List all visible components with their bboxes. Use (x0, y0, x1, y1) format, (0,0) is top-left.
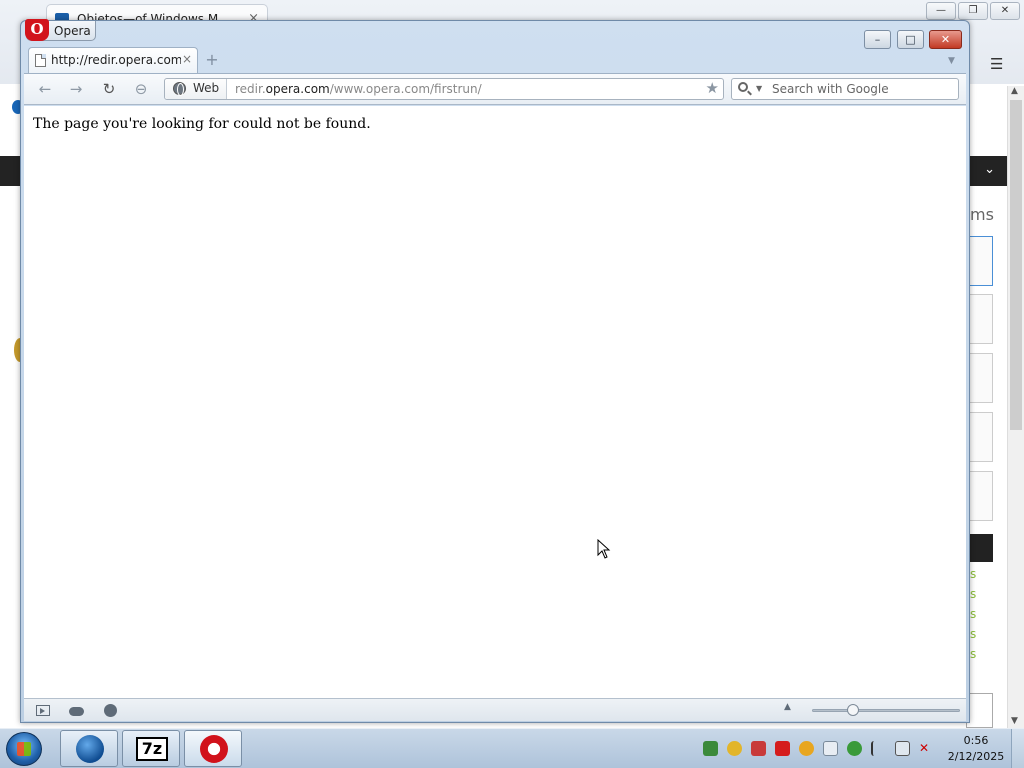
tray-security-icon[interactable] (847, 741, 862, 756)
address-bar[interactable]: Web redir.opera.com/www.opera.com/firstr… (164, 78, 724, 100)
background-maximize-button[interactable]: ❐ (958, 2, 988, 20)
key-icon[interactable]: ⊖ (130, 79, 152, 99)
taskbar-7zip-button[interactable]: 7z (122, 730, 180, 767)
background-link[interactable]: s (970, 567, 976, 581)
search-field[interactable]: ▼ Search with Google (731, 78, 959, 100)
opera-link-cloud-icon[interactable] (69, 707, 84, 716)
tab-title: http://redir.opera.com... (51, 53, 181, 67)
turbo-icon[interactable] (104, 704, 117, 717)
close-button[interactable]: ✕ (929, 30, 962, 49)
forward-button[interactable]: → (65, 79, 87, 99)
panel-toggle-icon[interactable] (36, 705, 50, 716)
tray-acrobat-icon[interactable] (775, 741, 790, 756)
tab-close-icon[interactable]: × (182, 52, 192, 66)
tray-app-icon[interactable] (751, 741, 766, 756)
site-info-label: Web (193, 81, 220, 95)
site-info-button[interactable]: Web (165, 79, 227, 99)
background-scrollbar[interactable]: ▲ ▼ (1007, 86, 1024, 728)
opera-icon (200, 735, 228, 763)
background-link[interactable]: s (970, 607, 976, 621)
search-placeholder: Search with Google (772, 82, 889, 96)
maximize-button[interactable]: □ (897, 30, 924, 49)
page-content: The page you're looking for could not be… (24, 106, 966, 698)
zoom-slider[interactable] (812, 709, 960, 712)
tray-action-center-flag-icon[interactable] (871, 741, 886, 756)
taskbar: 7z ✕ 0:56 2/12/2025 (0, 728, 1024, 768)
taskbar-ie-button[interactable] (60, 730, 118, 767)
double-chevron-down-icon[interactable]: ⌄ (984, 162, 995, 177)
background-link[interactable]: s (970, 627, 976, 641)
hamburger-icon[interactable]: ☰ (990, 55, 1003, 73)
background-card[interactable] (966, 294, 993, 344)
tray-document-icon[interactable] (823, 741, 838, 756)
tray-app-icon[interactable] (799, 741, 814, 756)
opera-menu-button[interactable]: O Opera (25, 19, 96, 41)
url-text[interactable]: redir.opera.com/www.opera.com/firstrun/ (235, 82, 482, 96)
view-menu-up-icon[interactable]: ▲ (784, 702, 791, 712)
show-desktop-button[interactable] (1011, 729, 1024, 768)
opera-logo-icon: O (25, 19, 49, 41)
ie-icon (76, 735, 104, 763)
search-engine-dropdown-icon[interactable]: ▼ (756, 84, 762, 93)
start-button[interactable] (6, 732, 42, 766)
navigation-toolbar: ← → ↻ ⊖ Web redir.opera.com/www.opera.co… (24, 73, 966, 105)
tab-active[interactable]: http://redir.opera.com... × (28, 47, 198, 73)
url-prefix: redir. (235, 82, 266, 96)
url-domain: opera.com (265, 82, 330, 96)
background-link[interactable]: s (970, 647, 976, 661)
zoom-slider-thumb[interactable] (847, 704, 859, 716)
background-card[interactable] (966, 412, 993, 462)
background-link[interactable]: s (970, 587, 976, 601)
background-heading-fragment: ms (970, 205, 994, 224)
tray-volume-muted-icon[interactable]: ✕ (919, 741, 934, 756)
system-clock[interactable]: 0:56 2/12/2025 (945, 733, 1007, 765)
search-icon (738, 82, 748, 92)
scroll-down-icon[interactable]: ▼ (1011, 716, 1018, 726)
tab-menu-chevron-icon[interactable]: ▼ (948, 56, 955, 66)
background-card[interactable] (966, 471, 993, 521)
opera-menu-label: Opera (54, 24, 91, 38)
background-card[interactable] (966, 236, 993, 286)
tray-network-icon[interactable] (895, 741, 910, 756)
scroll-up-icon[interactable]: ▲ (1011, 86, 1018, 96)
globe-icon (173, 82, 186, 96)
opera-window: O Opera – □ ✕ http://redir.opera.com... … (20, 19, 970, 723)
new-tab-button[interactable]: + (201, 51, 223, 69)
background-card[interactable] (966, 353, 993, 403)
tray-update-icon[interactable] (727, 741, 742, 756)
page-icon (35, 54, 46, 67)
background-dark-block (966, 534, 993, 562)
minimize-button[interactable]: – (864, 30, 891, 49)
back-button[interactable]: ← (34, 79, 56, 99)
7zip-icon: 7z (136, 737, 168, 761)
clock-time: 0:56 (963, 734, 989, 747)
error-message: The page you're looking for could not be… (33, 116, 371, 132)
tray-network-app-icon[interactable] (703, 741, 718, 756)
clock-date: 2/12/2025 (947, 750, 1005, 763)
scrollbar-thumb[interactable] (1010, 100, 1022, 430)
reload-button[interactable]: ↻ (98, 79, 120, 99)
background-card[interactable] (966, 693, 993, 728)
background-close-button[interactable]: ✕ (990, 2, 1020, 20)
mouse-cursor-icon (597, 539, 611, 559)
url-path: /www.opera.com/firstrun/ (329, 82, 482, 96)
background-minimize-button[interactable]: — (926, 2, 956, 20)
bookmark-star-icon[interactable]: ★ (706, 79, 719, 97)
taskbar-opera-button[interactable] (184, 730, 242, 767)
status-bar: ▲ (24, 698, 966, 721)
